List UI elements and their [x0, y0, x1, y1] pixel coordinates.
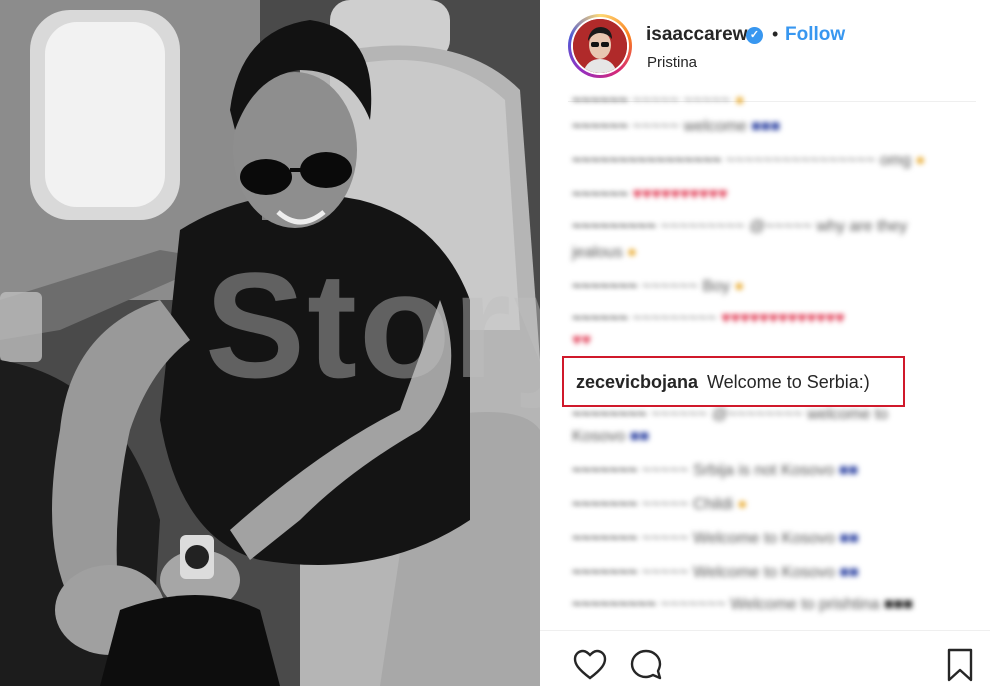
comment-item: ~~~~~~~~~~~~~~~~ ~~~~~~~~~~~~~~~~ omg ● — [572, 152, 926, 169]
comment-item: ~~~~~~ ♥♥♥♥♥♥♥♥♥♥ — [572, 186, 728, 203]
bookmark-icon[interactable] — [942, 647, 978, 683]
avatar-image — [573, 19, 627, 73]
comment-item: ~~~~~~~ ~~~~~~ Boy ● — [572, 278, 745, 295]
comment-item: ~~~~~~ ~~~~~~~~~ ♥♥♥♥♥♥♥♥♥♥♥♥♥ — [572, 310, 845, 327]
follow-button[interactable]: Follow — [785, 24, 845, 46]
comment-item: ~~~~~~ ~~~~~ welcome ■■■ — [572, 118, 781, 135]
comment-item: Kosovo ■■ — [572, 428, 650, 445]
watermark: Story.al — [205, 241, 540, 409]
comment-item: ~~~~~~~ ~~~~~ Welcome to Kosovo ■■ — [572, 530, 859, 547]
comment-text: Welcome to Serbia:) — [707, 372, 870, 392]
comment-item: ~~~~~~~~~ ~~~~~~~~~ @~~~~~ why are they — [572, 218, 908, 235]
comment-item: ~~~~~~~ ~~~~~ Childi ● — [572, 496, 748, 513]
comment-item: ♥♥ — [572, 332, 591, 349]
comment-icon[interactable] — [628, 647, 664, 683]
post-photo[interactable]: Story.al — [0, 0, 540, 686]
post-sidebar: isaaccarew ✓ • Follow Pristina ~~~~~~ ~~… — [540, 0, 990, 686]
comment-item: ~~~~~~~ ~~~~~ Welcome to Kosovo ■■ — [572, 564, 859, 581]
post-header: isaaccarew ✓ • Follow Pristina — [540, 0, 990, 90]
avatar[interactable] — [568, 14, 632, 78]
action-bar — [540, 630, 990, 686]
comment-item: ~~~~~~~ ~~~~~ Srbija is not Kosovo ■■ — [572, 462, 859, 479]
post-location[interactable]: Pristina — [647, 54, 697, 71]
comment-item: ~~~~~~ ~~~~~ ~~~~~ ● — [572, 92, 745, 109]
comment-item: jealous ● — [572, 244, 637, 261]
heart-icon[interactable] — [572, 647, 608, 683]
verified-check-icon: ✓ — [746, 27, 763, 44]
separator-dot: • — [772, 24, 779, 44]
highlighted-comment: zecevicbojana Welcome to Serbia:) — [562, 356, 905, 407]
comment-username[interactable]: zecevicbojana — [576, 372, 698, 393]
post-username[interactable]: isaaccarew — [646, 24, 747, 46]
comment-item: ~~~~~~~~~ ~~~~~~~ Welcome to prishtina ■… — [572, 596, 913, 613]
comment-item: ~~~~~~~~ ~~~~~~ @~~~~~~~~ welcome to — [572, 406, 889, 423]
